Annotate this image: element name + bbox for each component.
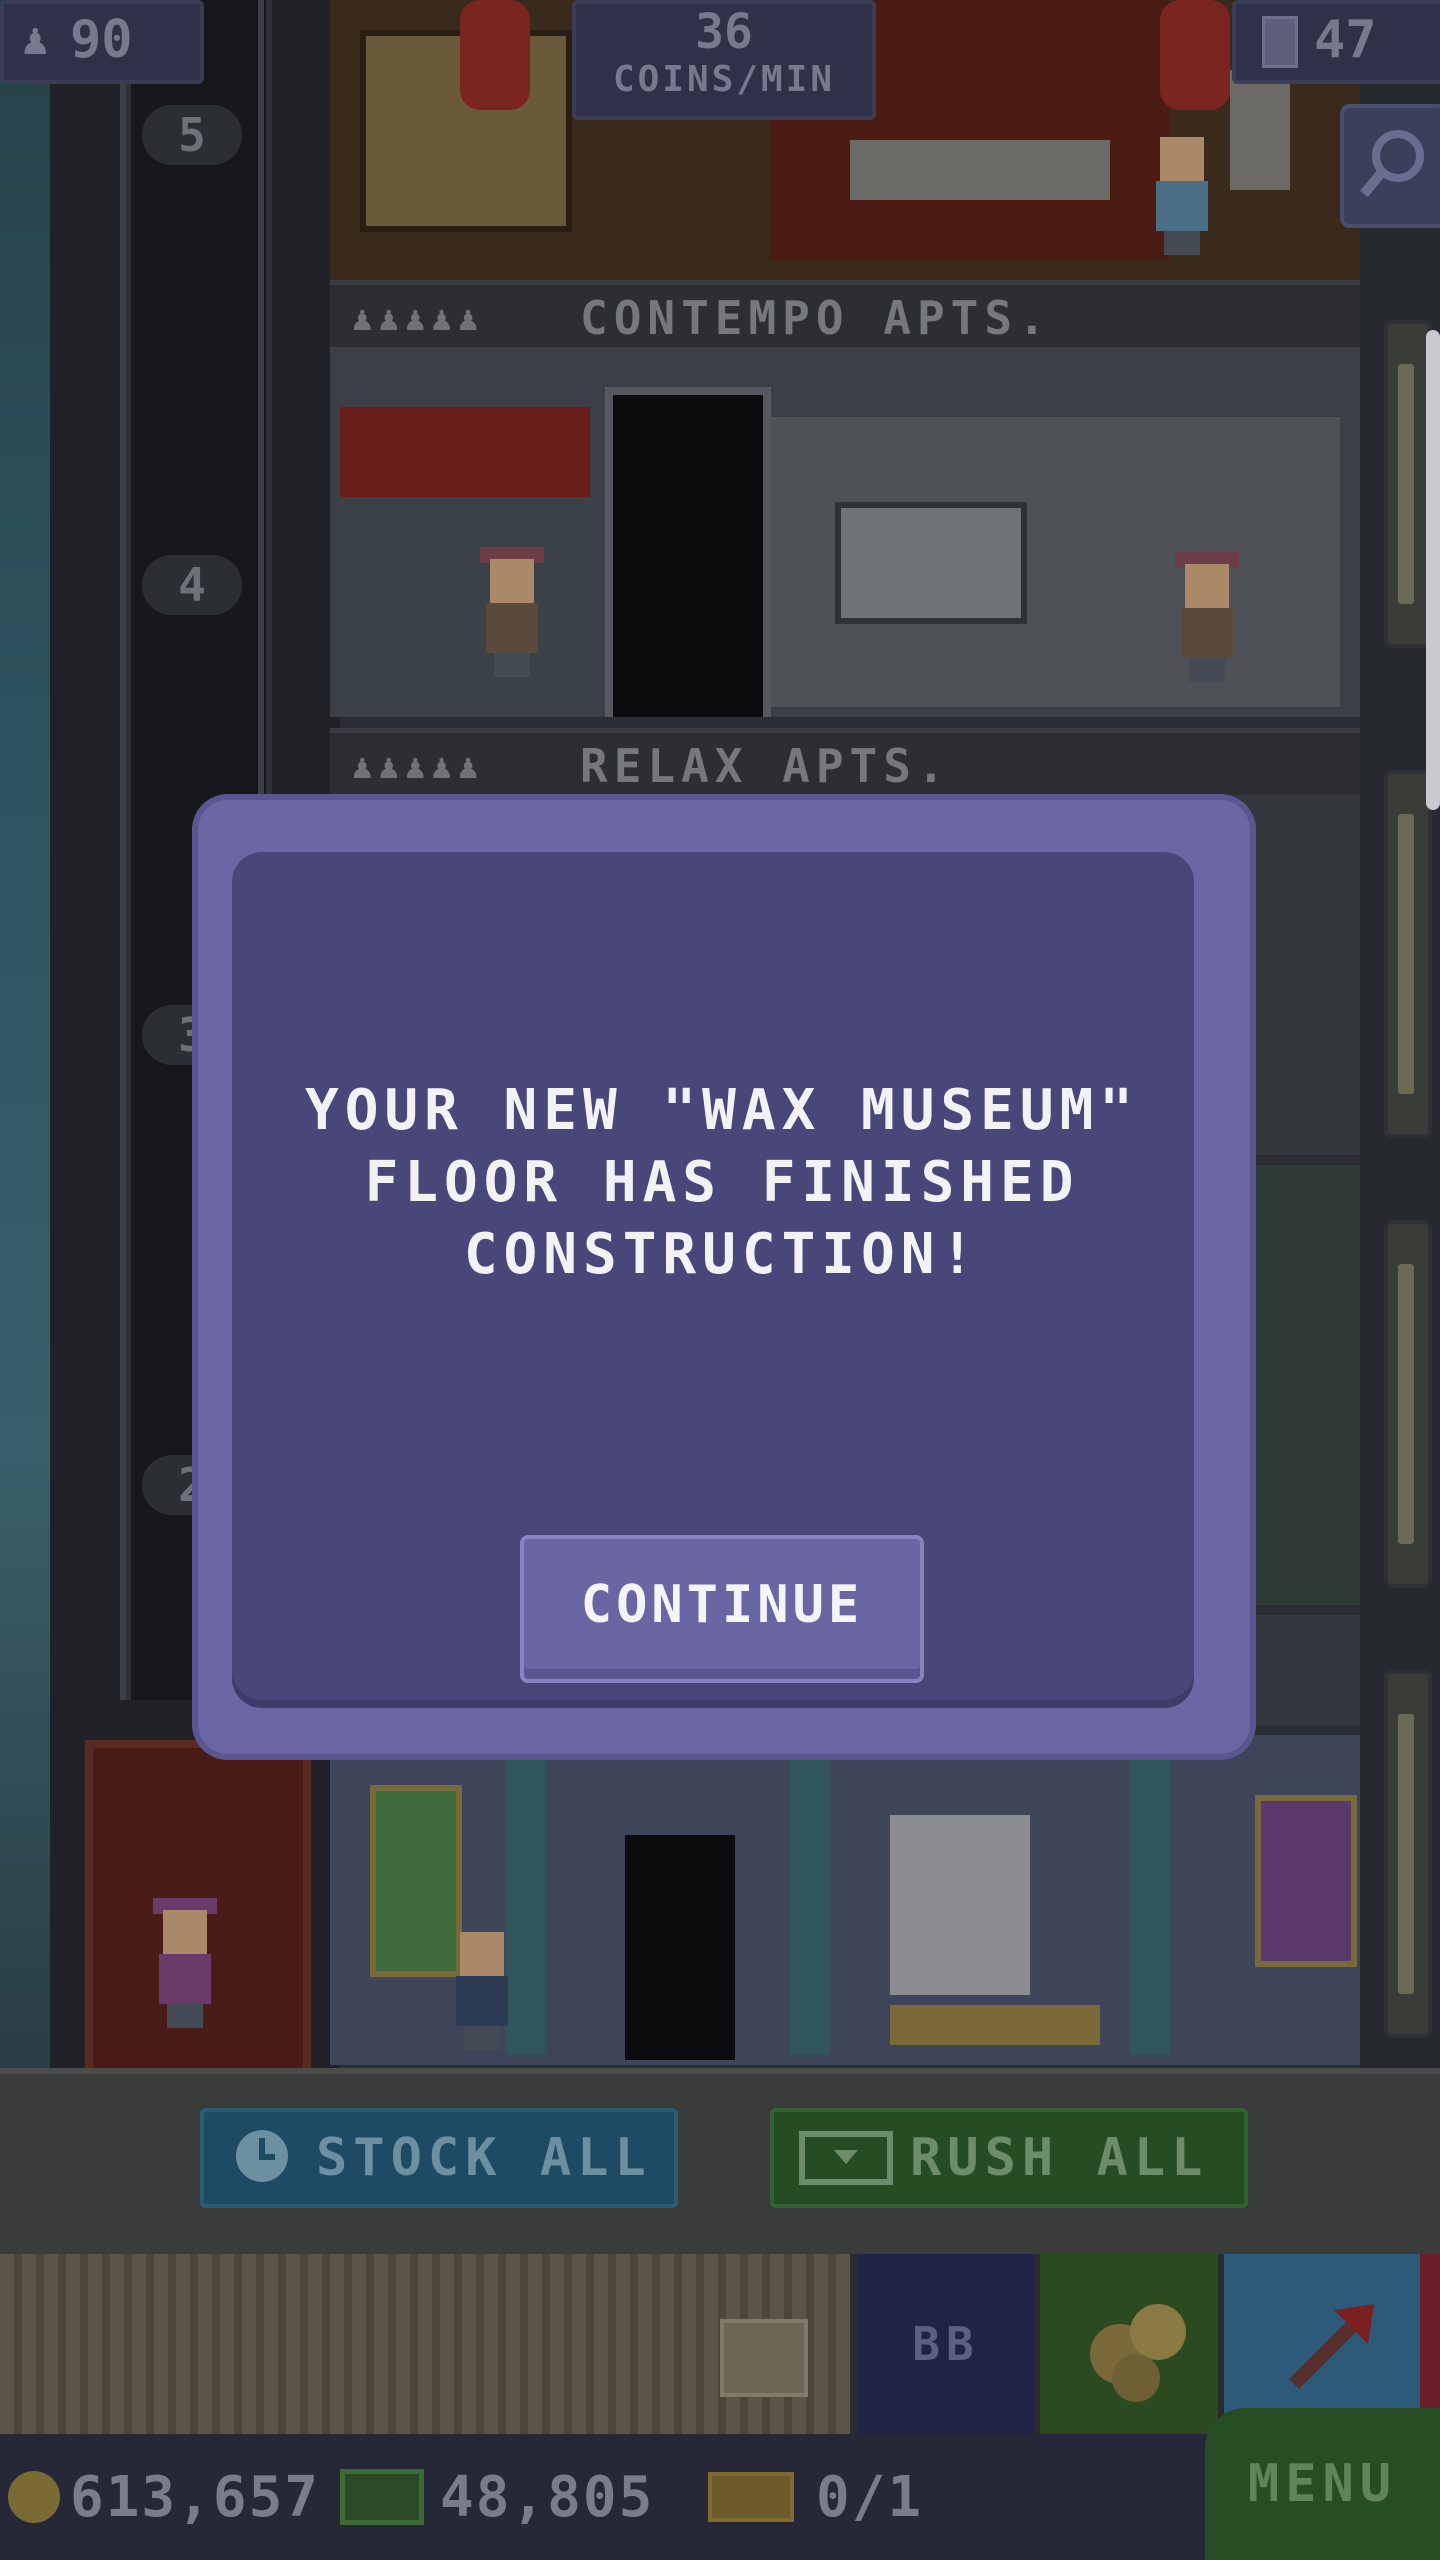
coins-display: 613,657 bbox=[8, 2454, 320, 2540]
tickets-display: 0/1 bbox=[708, 2454, 923, 2540]
coin-icon bbox=[8, 2471, 60, 2523]
coins-button[interactable] bbox=[1040, 2254, 1218, 2434]
population-counter: ♟ 90 bbox=[0, 0, 204, 84]
population-value: 90 bbox=[70, 10, 133, 70]
clock-icon bbox=[236, 2130, 288, 2182]
ticket-icon bbox=[708, 2472, 794, 2522]
occupancy-icons: ♟♟♟♟♟ bbox=[352, 747, 485, 787]
extra-slot[interactable] bbox=[1420, 2254, 1440, 2434]
crate-slot[interactable] bbox=[0, 2254, 850, 2434]
bitizen-sprite[interactable] bbox=[1150, 125, 1214, 255]
floor-counter: 47 bbox=[1232, 0, 1440, 84]
dialog-message-line: YOUR NEW "WAX MUSEUM" bbox=[304, 1078, 1139, 1143]
coins-per-min-label: COINS/MIN bbox=[612, 59, 836, 100]
floor-sign-contempo: ♟♟♟♟♟ CONTEMPO APTS. bbox=[330, 280, 1360, 347]
coin-stack-icon bbox=[1090, 2304, 1186, 2402]
scroll-indicator[interactable] bbox=[1426, 330, 1440, 810]
floor-wax-museum[interactable] bbox=[330, 1735, 1360, 2065]
elevator-car[interactable] bbox=[85, 1740, 311, 2070]
floor-count-value: 47 bbox=[1314, 10, 1377, 70]
floor-name: CONTEMPO APTS. bbox=[580, 291, 1052, 345]
bux-icon bbox=[340, 2469, 424, 2525]
floor-scrollbar-segment bbox=[1384, 320, 1432, 648]
room-panel bbox=[340, 497, 590, 707]
coins-value: 613,657 bbox=[70, 2464, 321, 2530]
floor-contempo-apts[interactable] bbox=[330, 347, 1360, 717]
bitizen-sprite[interactable] bbox=[450, 1920, 514, 2050]
lantern-icon bbox=[460, 0, 530, 110]
coins-per-min-value: 36 bbox=[695, 4, 753, 60]
elevator-rail bbox=[120, 0, 126, 1700]
dialog-message-line: CONSTRUCTION! bbox=[463, 1222, 981, 1287]
arrow-icon bbox=[1289, 2304, 1374, 2389]
raffle-button[interactable] bbox=[1224, 2254, 1420, 2434]
bitbook-button[interactable]: BB bbox=[858, 2254, 1034, 2434]
occupancy-icons: ♟♟♟♟♟ bbox=[352, 299, 485, 339]
bux-value: 48,805 bbox=[440, 2464, 655, 2530]
horse-statue bbox=[890, 1815, 1030, 1995]
menu-button[interactable]: MENU bbox=[1205, 2408, 1440, 2560]
statue-pedestal bbox=[890, 2005, 1100, 2045]
bux-display: 48,805 bbox=[340, 2454, 654, 2540]
floor-scrollbar-segment bbox=[1384, 1220, 1432, 1588]
column bbox=[1130, 1735, 1170, 2055]
scroll-decoration bbox=[1230, 70, 1290, 190]
search-button[interactable] bbox=[1340, 104, 1440, 228]
floor-number-4: 4 bbox=[142, 555, 242, 615]
rush-all-button[interactable]: RUSH ALL bbox=[770, 2108, 1248, 2208]
crate-icon bbox=[720, 2319, 808, 2397]
stock-all-button[interactable]: STOCK ALL bbox=[200, 2108, 678, 2208]
floor-name: RELAX APTS. bbox=[580, 739, 951, 793]
wall-painting bbox=[835, 502, 1027, 624]
bitizen-sprite[interactable] bbox=[153, 1898, 217, 2028]
dialog-message-line: FLOOR HAS FINISHED bbox=[364, 1150, 1080, 1215]
museum-door bbox=[625, 1835, 735, 2060]
lantern-icon bbox=[1160, 0, 1230, 110]
bux-icon bbox=[799, 2131, 893, 2185]
portrait-frame bbox=[1255, 1795, 1357, 1967]
column bbox=[790, 1735, 830, 2055]
rush-all-label: RUSH ALL bbox=[910, 2128, 1209, 2188]
bitizen-sprite[interactable] bbox=[480, 547, 544, 677]
magnifier-icon bbox=[1360, 130, 1424, 198]
sky-background bbox=[0, 0, 50, 2070]
floor-scrollbar-segment bbox=[1384, 1670, 1432, 2038]
floor-number-5: 5 bbox=[142, 105, 242, 165]
floor-sign-relax: ♟♟♟♟♟ RELAX APTS. bbox=[330, 728, 1360, 795]
red-sofa-back bbox=[340, 407, 590, 497]
stock-all-label: STOCK ALL bbox=[316, 2128, 652, 2188]
building-icon bbox=[1262, 16, 1298, 68]
apartment-door bbox=[605, 387, 771, 717]
coins-per-min-counter: 36 COINS/MIN bbox=[572, 0, 876, 120]
bed bbox=[850, 140, 1110, 200]
continue-button[interactable]: CONTINUE bbox=[520, 1535, 924, 1683]
bitizen-sprite[interactable] bbox=[1175, 552, 1239, 682]
person-icon: ♟ bbox=[22, 14, 49, 65]
continue-label: CONTINUE bbox=[580, 1575, 864, 1635]
tickets-value: 0/1 bbox=[816, 2464, 924, 2530]
portrait-frame bbox=[370, 1785, 462, 1977]
dialog-message: YOUR NEW "WAX MUSEUM" FLOOR HAS FINISHED… bbox=[292, 1075, 1152, 1291]
floor-scrollbar-segment bbox=[1384, 770, 1432, 1138]
